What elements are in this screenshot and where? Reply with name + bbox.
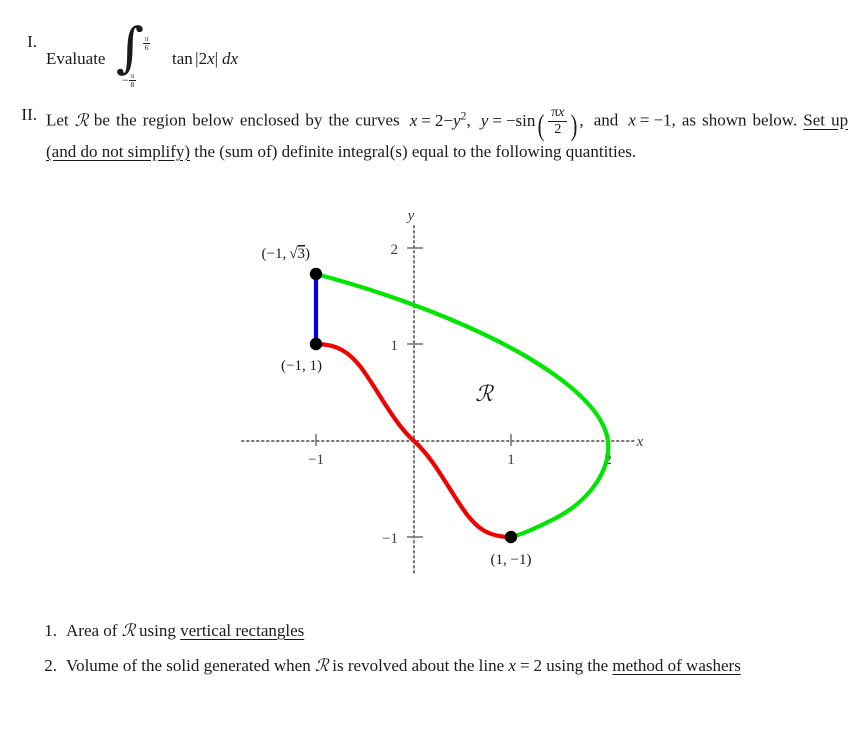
sqrt-radicand: 3 — [298, 246, 306, 262]
problem-2-intro: be the region below enclosed by the curv… — [93, 110, 400, 130]
integrand: tan |2x| dx — [171, 49, 239, 68]
integrand-function: tan — [171, 49, 193, 68]
right-paren: ) — [571, 108, 578, 142]
task-list: 1. Area of using vertical rectangles 2. … — [40, 618, 840, 688]
y-tick-label--1: −1 — [382, 531, 398, 547]
task-1-prefix: Area of — [66, 621, 118, 640]
differential: dx — [222, 49, 239, 68]
region-symbol-task-2 — [315, 656, 328, 676]
task-1-middle: using — [139, 621, 176, 640]
task-2-prefix: Volume of the solid generated when — [66, 656, 311, 675]
point-label-bottom: (1, −1) — [491, 552, 532, 568]
task-2-middle: is revolved about the line — [332, 656, 505, 675]
task-2-number: 2. — [44, 656, 57, 675]
region-symbol-task-1 — [122, 621, 135, 641]
problem-2: II. Let be the region below enclosed by … — [12, 103, 848, 164]
task-item-1: 1. Area of using vertical rectangles — [40, 618, 840, 644]
curve-parabola-green — [313, 271, 611, 540]
task-2-body: Volume of the solid generated when is re… — [66, 653, 840, 679]
integral-expression: ∫ π6 − π 8 — [114, 21, 168, 89]
problem-2-lead: Let — [46, 110, 69, 130]
integral-sign: ∫ — [115, 16, 144, 79]
task-2-underlined: method of washers — [612, 656, 741, 675]
y-tick-label-2: 2 — [391, 242, 399, 258]
y-axis-label: y — [406, 208, 415, 224]
problem-2-sentence2-part1: as shown below. — [681, 110, 798, 130]
task-2-line-equation: x = 2 — [508, 656, 543, 675]
curve-equation-2: y = −sin(πx 2), — [480, 105, 584, 142]
left-paren: ( — [537, 108, 545, 142]
point-label-top-left-text: (−1, — [262, 246, 290, 262]
x-tick-label--1: −1 — [308, 452, 324, 468]
problem-1: I. Evaluate ∫ π6 − π 8 tan |2x| dx — [12, 21, 572, 90]
point-label-mid-left: (−1, 1) — [281, 358, 322, 374]
region-symbol-inline — [75, 111, 88, 131]
problem-2-body: Let be the region below enclosed by the … — [46, 103, 848, 164]
x-axis-label: x — [636, 434, 644, 450]
problem-1-number: I. — [27, 32, 37, 51]
region-graph: −1 1 2 2 1 −1 x y (−1, √3) (−1, 1) (1, −… — [236, 196, 656, 600]
integral-upper-limit: π6 — [142, 34, 151, 53]
curve-equation-1: x = 2−y2, — [409, 108, 471, 130]
graph-svg: −1 1 2 2 1 −1 x y (−1, √3) (−1, 1) (1, −… — [241, 208, 644, 575]
integral-lower-limit: − π 8 — [121, 71, 137, 90]
problem-2-number: II. — [21, 105, 37, 124]
point-mid-left — [309, 337, 323, 351]
problem-2-conjunction: and — [593, 110, 619, 130]
problem-1-body: Evaluate ∫ π6 − π 8 tan |2x| dx — [46, 21, 239, 90]
problem-1-verb: Evaluate — [46, 49, 106, 68]
point-top-left — [309, 267, 323, 281]
task-item-2: 2. Volume of the solid generated when is… — [40, 653, 840, 679]
task-1-number: 1. — [44, 621, 57, 640]
region-label: ℛ — [475, 382, 494, 407]
x-tick-label-1: 1 — [507, 452, 515, 468]
task-2-after-line: using the — [546, 656, 609, 675]
task-1-body: Area of using vertical rectangles — [66, 618, 304, 644]
problem-2-sentence2-part2: the (sum of) definite integral(s) equal … — [194, 141, 637, 161]
y-tick-label-1: 1 — [391, 338, 399, 354]
point-bottom — [504, 530, 518, 544]
point-label-top-left: (−1, √3) — [262, 246, 310, 262]
worksheet-page: I. Evaluate ∫ π6 − π 8 tan |2x| dx II. Let … — [0, 0, 856, 739]
curve-equation-3: x = −1, — [628, 110, 676, 130]
task-1-underlined: vertical rectangles — [180, 621, 305, 640]
